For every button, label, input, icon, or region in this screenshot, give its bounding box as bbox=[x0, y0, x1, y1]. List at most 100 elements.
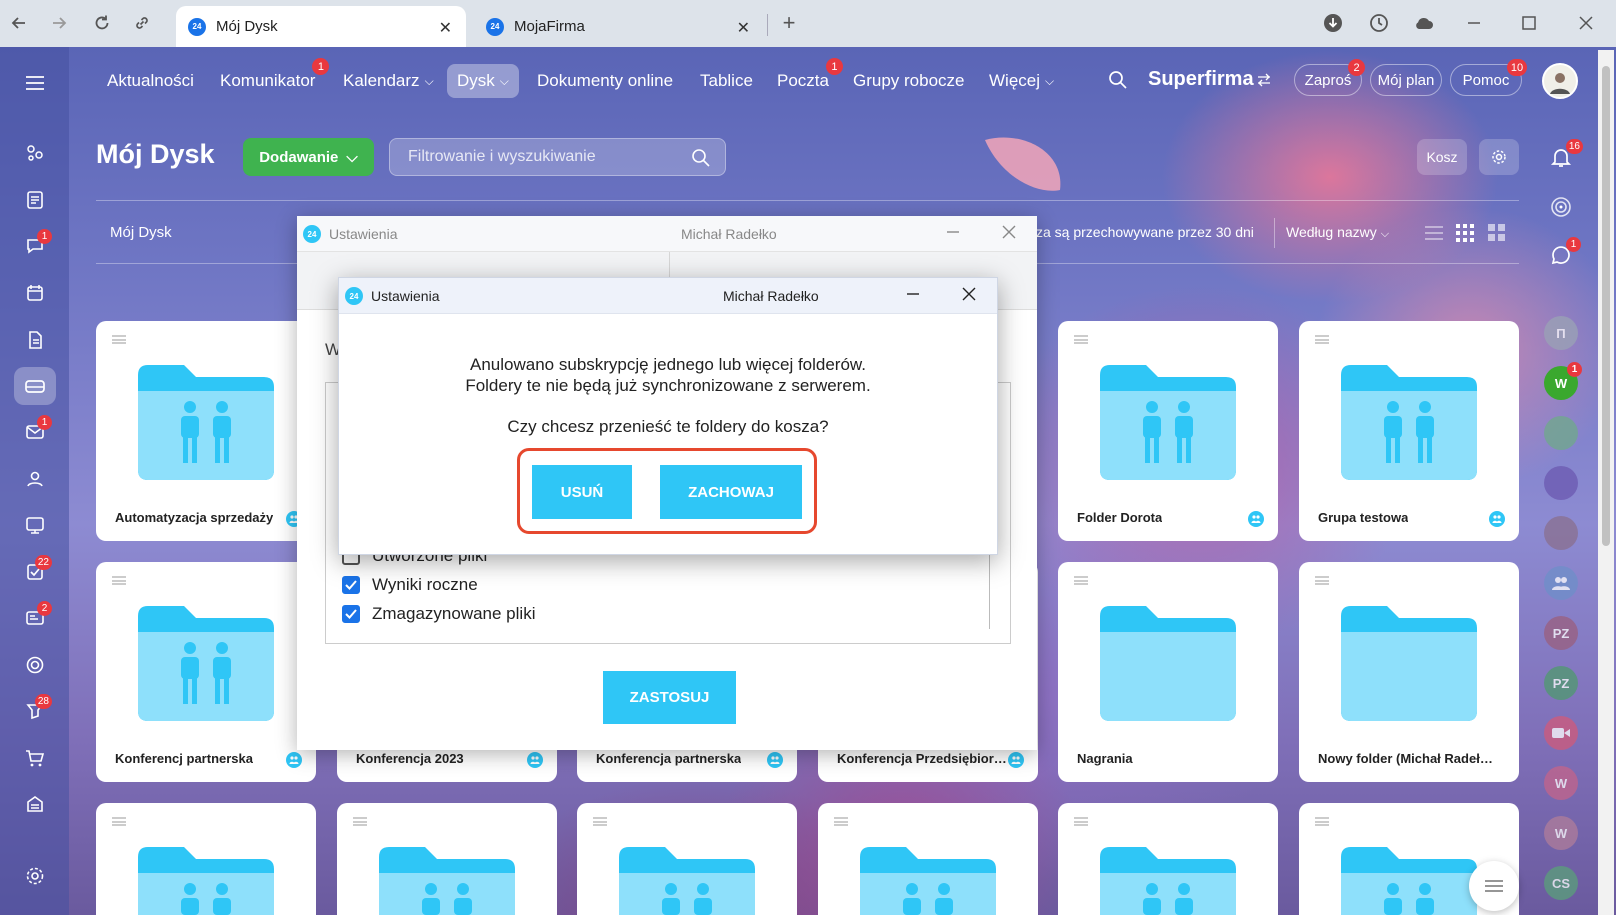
checkbox-row[interactable]: Zmagazynowane pliki bbox=[342, 604, 535, 624]
history-icon[interactable] bbox=[1366, 10, 1392, 36]
folder-card[interactable] bbox=[337, 803, 557, 915]
reload-icon[interactable] bbox=[89, 10, 115, 36]
nav-komunikator[interactable]: Komunikator 1 bbox=[210, 58, 330, 98]
drag-handle-icon[interactable] bbox=[112, 576, 126, 585]
chat-avatar[interactable]: W1 bbox=[1544, 362, 1582, 400]
minimize-icon[interactable] bbox=[905, 286, 921, 302]
settings-gear-icon[interactable] bbox=[14, 857, 56, 895]
drag-handle-icon[interactable] bbox=[1315, 576, 1329, 585]
goals-icon[interactable] bbox=[14, 646, 56, 684]
folder-card[interactable]: Grupa testowa bbox=[1299, 321, 1519, 541]
delete-button[interactable]: USUŃ bbox=[532, 465, 632, 519]
messenger-icon[interactable]: 1 bbox=[1549, 237, 1581, 267]
company-name[interactable]: Superfirma bbox=[1148, 68, 1254, 91]
employees-icon[interactable] bbox=[14, 460, 56, 498]
search-icon[interactable] bbox=[1108, 70, 1128, 90]
add-button[interactable]: Dodawanie ⌵ bbox=[243, 138, 374, 176]
menu-icon[interactable] bbox=[14, 64, 56, 102]
trash-button[interactable]: Kosz bbox=[1417, 139, 1467, 175]
list-toggle-button[interactable] bbox=[1469, 861, 1519, 911]
video-call-avatar[interactable] bbox=[1544, 716, 1578, 750]
checkbox-checked[interactable] bbox=[342, 605, 360, 623]
drag-handle-icon[interactable] bbox=[1074, 576, 1088, 585]
mail-icon[interactable]: 1 bbox=[14, 413, 56, 451]
documents-icon[interactable] bbox=[14, 321, 56, 359]
drag-handle-icon[interactable] bbox=[112, 335, 126, 344]
close-tab-icon[interactable]: ✕ bbox=[737, 18, 750, 38]
invite-button[interactable]: Zaproś 2 bbox=[1294, 59, 1365, 96]
drag-handle-icon[interactable] bbox=[593, 817, 607, 826]
folder-card[interactable]: Nagrania bbox=[1058, 562, 1278, 782]
folder-name[interactable]: Nagrania bbox=[1077, 751, 1133, 766]
breadcrumb[interactable]: Mój Dysk bbox=[110, 224, 172, 241]
my-plan-button[interactable]: Mój plan bbox=[1370, 64, 1442, 96]
folder-card[interactable]: Konferencj partnerska bbox=[96, 562, 316, 782]
chat-icon[interactable]: 1 bbox=[14, 227, 56, 265]
chat-avatar[interactable]: PZ bbox=[1544, 666, 1578, 700]
activity-stream-icon[interactable] bbox=[1549, 195, 1573, 219]
group-chat-avatar[interactable] bbox=[1544, 566, 1578, 600]
drive-icon[interactable] bbox=[14, 367, 56, 405]
large-grid-view-icon[interactable] bbox=[1488, 224, 1506, 242]
shop-icon[interactable] bbox=[14, 739, 56, 777]
folder-name[interactable]: Folder Dorota bbox=[1077, 510, 1162, 525]
folder-name[interactable]: Konferencja 2023 bbox=[356, 751, 464, 766]
chat-avatar[interactable]: PZ bbox=[1544, 616, 1578, 650]
drag-handle-icon[interactable] bbox=[112, 817, 126, 826]
list-view-icon[interactable] bbox=[1424, 224, 1444, 242]
workgroups-icon[interactable] bbox=[14, 506, 56, 544]
cloud-icon[interactable] bbox=[1411, 10, 1437, 36]
nav-aktualnosci[interactable]: Aktualności bbox=[97, 64, 204, 98]
drag-handle-icon[interactable] bbox=[1074, 335, 1088, 344]
nav-poczta[interactable]: Poczta 1 bbox=[767, 58, 843, 98]
scrollbar-thumb[interactable] bbox=[1602, 66, 1610, 546]
forward-icon[interactable] bbox=[46, 10, 72, 36]
nav-kalendarz[interactable]: Kalendarz ⌵ bbox=[333, 64, 444, 98]
folder-name[interactable]: Konferencj partnerska bbox=[115, 751, 253, 766]
folder-card[interactable] bbox=[96, 803, 316, 915]
folder-card[interactable] bbox=[577, 803, 797, 915]
nav-dokumenty[interactable]: Dokumenty online bbox=[527, 64, 683, 98]
sort-dropdown[interactable]: Według nazwy ⌵ bbox=[1286, 224, 1389, 241]
drag-handle-icon[interactable] bbox=[1315, 817, 1329, 826]
checkbox-row[interactable]: Wyniki roczne bbox=[342, 575, 478, 595]
new-tab-icon[interactable]: + bbox=[776, 10, 802, 36]
crm-icon[interactable]: 28 bbox=[14, 692, 56, 730]
folder-card[interactable]: Nowy folder (Michał Radełko) bbox=[1299, 562, 1519, 782]
folder-card[interactable] bbox=[818, 803, 1038, 915]
tasks-icon[interactable]: 22 bbox=[14, 553, 56, 591]
folder-name[interactable]: Grupa testowa bbox=[1318, 510, 1408, 525]
download-icon[interactable] bbox=[1320, 10, 1346, 36]
nav-dysk[interactable]: Dysk ⌵ bbox=[447, 64, 519, 98]
nav-wiecej[interactable]: Więcej ⌵ bbox=[979, 64, 1064, 98]
chat-avatar[interactable]: W bbox=[1544, 816, 1578, 850]
drag-handle-icon[interactable] bbox=[1315, 335, 1329, 344]
news-icon[interactable] bbox=[14, 181, 56, 219]
link-icon[interactable] bbox=[129, 10, 155, 36]
help-button[interactable]: Pomoc 10 bbox=[1450, 59, 1527, 96]
folder-card[interactable]: Automatyzacja sprzedaży bbox=[96, 321, 316, 541]
apply-button[interactable]: ZASTOSUJ bbox=[603, 671, 736, 724]
folder-name[interactable]: Konferencja partnerska bbox=[596, 751, 741, 766]
chat-avatar[interactable] bbox=[1544, 516, 1578, 550]
browser-tab-active[interactable]: 24 Mój Dysk ✕ bbox=[176, 6, 466, 47]
minimize-icon[interactable] bbox=[945, 224, 961, 240]
folder-name[interactable]: Automatyzacja sprzedaży bbox=[115, 510, 273, 525]
keep-button[interactable]: ZACHOWAJ bbox=[660, 465, 802, 519]
back-icon[interactable] bbox=[6, 10, 32, 36]
checkbox-checked[interactable] bbox=[342, 576, 360, 594]
inventory-icon[interactable] bbox=[14, 785, 56, 823]
nav-tablice[interactable]: Tablice bbox=[690, 64, 763, 98]
chat-avatar[interactable] bbox=[1544, 416, 1578, 450]
chat-avatar[interactable]: W bbox=[1544, 766, 1578, 800]
calendar-icon[interactable] bbox=[14, 274, 56, 312]
close-tab-icon[interactable]: ✕ bbox=[439, 18, 452, 38]
folder-card[interactable] bbox=[1058, 803, 1278, 915]
chat-avatar[interactable]: Π bbox=[1544, 316, 1578, 350]
browser-tab[interactable]: 24 MojaFirma ✕ bbox=[474, 6, 764, 47]
feed-icon[interactable] bbox=[14, 134, 56, 172]
minimize-window-icon[interactable] bbox=[1461, 10, 1487, 36]
drag-handle-icon[interactable] bbox=[353, 817, 367, 826]
projects-icon[interactable]: 2 bbox=[14, 599, 56, 637]
nav-grupy[interactable]: Grupy robocze bbox=[843, 64, 975, 98]
